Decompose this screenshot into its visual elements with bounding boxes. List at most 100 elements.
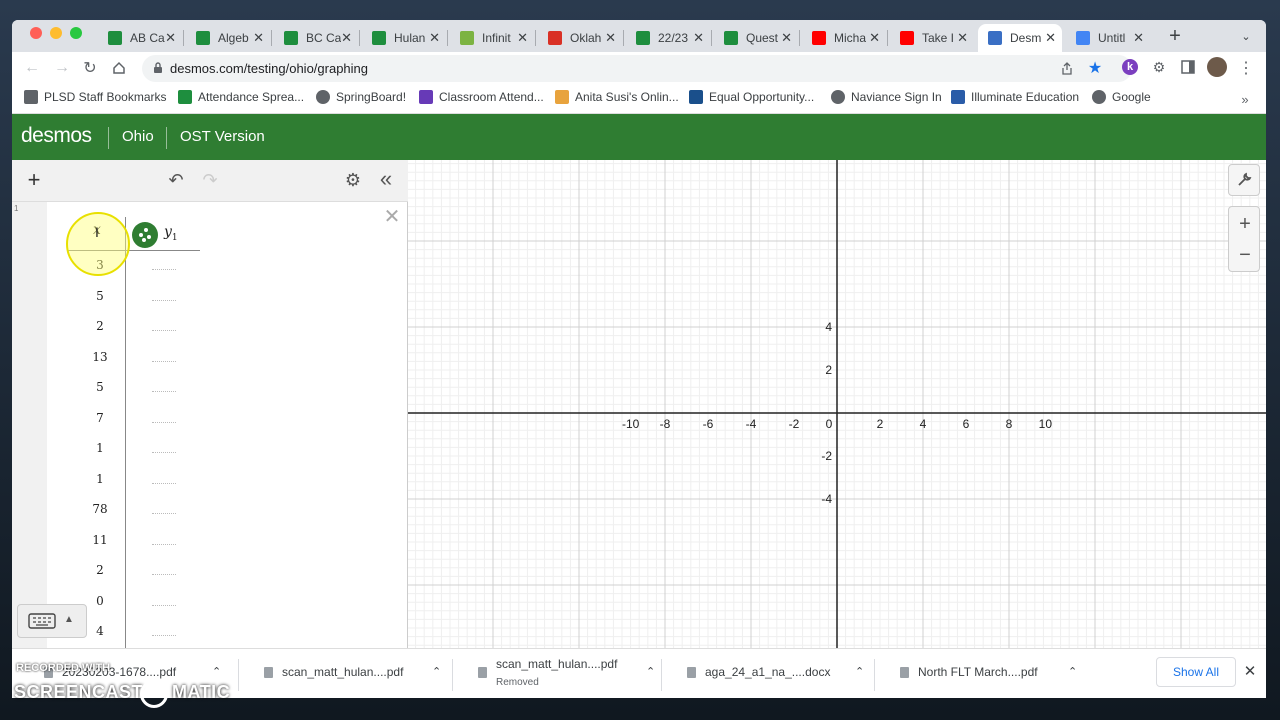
kebab-menu-icon[interactable]: ⋮	[1238, 58, 1254, 78]
browser-tab[interactable]: Oklah ✕	[538, 24, 622, 52]
download-item-name[interactable]: North FLT March....pdf	[918, 665, 1038, 679]
extensions-puzzle-icon[interactable]: ⚙	[1150, 58, 1168, 76]
bookmark-item[interactable]: Naviance Sign In	[831, 90, 942, 104]
close-window-button[interactable]	[30, 27, 42, 39]
download-options-chevron-icon[interactable]: ⌃	[855, 665, 864, 678]
forward-arrow-icon[interactable]: →	[52, 58, 72, 78]
show-all-button[interactable]: Show All	[1156, 657, 1236, 687]
more-bookmarks-chevron-icon[interactable]: »	[1238, 91, 1252, 107]
download-item-name[interactable]: aga_24_a1_na_....docx	[705, 665, 830, 679]
collapse-panel-icon[interactable]: «	[376, 166, 396, 191]
close-tab-icon[interactable]: ✕	[605, 30, 616, 46]
close-tab-icon[interactable]: ✕	[165, 30, 176, 46]
close-tab-icon[interactable]: ✕	[781, 30, 792, 46]
browser-tab[interactable]: Micha ✕	[802, 24, 886, 52]
url-text[interactable]: desmos.com/testing/ohio/graphing	[170, 61, 368, 76]
table-y-cell[interactable]	[152, 604, 176, 606]
bookmark-star-icon[interactable]: ★	[1086, 59, 1104, 77]
download-options-chevron-icon[interactable]: ⌃	[432, 665, 441, 678]
bookmark-item[interactable]: Google	[1092, 90, 1151, 104]
bookmark-item[interactable]: Classroom Attend...	[419, 90, 544, 104]
bookmark-item[interactable]: Illuminate Education	[951, 90, 1079, 104]
redo-icon[interactable]: ↷	[200, 170, 220, 190]
address-bar[interactable]: desmos.com/testing/ohio/graphing ★	[142, 55, 1132, 82]
close-tab-icon[interactable]: ✕	[341, 30, 352, 46]
bookmark-item[interactable]: Anita Susi's Onlin...	[555, 90, 679, 104]
browser-tab[interactable]: Untitl ✕	[1066, 24, 1150, 52]
table-y-cell[interactable]	[152, 391, 176, 392]
add-item-plus-icon[interactable]: +	[24, 167, 44, 192]
table-y-cell[interactable]	[152, 635, 176, 636]
table-x-cell[interactable]: 1	[75, 441, 125, 455]
reload-icon[interactable]: ↻	[80, 58, 100, 78]
sidebar-icon[interactable]	[1180, 59, 1196, 75]
bookmark-item[interactable]: Equal Opportunity...	[689, 90, 814, 104]
table-x-cell[interactable]: 5	[75, 289, 125, 303]
browser-tab[interactable]: Infinit ✕	[450, 24, 534, 52]
close-tab-icon[interactable]: ✕	[1045, 30, 1056, 46]
table-y-cell[interactable]	[152, 421, 176, 423]
back-arrow-icon[interactable]: ←	[22, 58, 42, 78]
browser-tab[interactable]: Desm ✕	[978, 24, 1062, 52]
bookmark-item[interactable]: Attendance Sprea...	[178, 90, 304, 104]
table-y-cell[interactable]	[152, 360, 176, 362]
close-downloads-icon[interactable]: ✕	[1242, 663, 1258, 680]
table-x-cell[interactable]: 13	[75, 350, 125, 364]
settings-gear-icon[interactable]: ⚙	[343, 170, 363, 190]
y-column-header[interactable]: y1	[164, 224, 178, 243]
close-tab-icon[interactable]: ✕	[253, 30, 264, 46]
bookmark-item[interactable]: SpringBoard!	[316, 90, 406, 104]
desmos-logo[interactable]: desmos	[21, 124, 92, 148]
home-icon[interactable]	[109, 58, 129, 78]
close-tab-icon[interactable]: ✕	[693, 30, 704, 46]
table-y-cell[interactable]	[152, 513, 176, 514]
share-icon[interactable]	[1058, 60, 1076, 78]
browser-tab[interactable]: 22/23 ✕	[626, 24, 710, 52]
zoom-in-icon[interactable]: +	[1229, 209, 1261, 239]
close-tab-icon[interactable]: ✕	[429, 30, 440, 46]
close-tab-icon[interactable]: ✕	[517, 30, 528, 46]
table-x-cell[interactable]: 78	[75, 502, 125, 516]
download-options-chevron-icon[interactable]: ⌃	[646, 665, 655, 678]
download-options-chevron-icon[interactable]: ⌃	[212, 665, 221, 678]
browser-tab[interactable]: Quest ✕	[714, 24, 798, 52]
table-y-cell[interactable]	[152, 330, 176, 331]
close-tab-icon[interactable]: ✕	[1133, 30, 1144, 46]
lock-icon[interactable]	[151, 61, 165, 75]
table-y-cell[interactable]	[152, 269, 176, 270]
zoom-out-icon[interactable]: −	[1229, 240, 1261, 270]
browser-tab[interactable]: AB Ca ✕	[98, 24, 182, 52]
maximize-window-button[interactable]	[70, 27, 82, 39]
delete-expression-icon[interactable]: ✕	[384, 206, 401, 228]
tab-search-chevron-icon[interactable]: ⌄	[1238, 28, 1254, 44]
series-color-icon[interactable]	[132, 222, 158, 248]
table-x-cell[interactable]: 2	[75, 563, 125, 577]
download-item-name[interactable]: scan_matt_hulan....pdf	[282, 665, 403, 679]
table-x-cell[interactable]: 1	[75, 472, 125, 486]
undo-icon[interactable]: ↶	[166, 170, 186, 190]
extension-k-icon[interactable]: k	[1122, 59, 1138, 75]
browser-tab[interactable]: BC Ca ✕	[274, 24, 358, 52]
table-y-cell[interactable]	[152, 452, 176, 453]
minimize-window-button[interactable]	[50, 27, 62, 39]
close-tab-icon[interactable]: ✕	[957, 30, 968, 46]
table-x-cell[interactable]: 7	[75, 411, 125, 425]
table-x-cell[interactable]: 11	[75, 533, 125, 547]
keypad-toggle-button[interactable]: ▲	[17, 604, 87, 638]
profile-avatar[interactable]	[1207, 57, 1227, 77]
bookmark-item[interactable]: PLSD Staff Bookmarks	[24, 90, 167, 104]
close-tab-icon[interactable]: ✕	[869, 30, 880, 46]
table-x-cell[interactable]: 5	[75, 380, 125, 394]
browser-tab[interactable]: Hulan ✕	[362, 24, 446, 52]
graph-paper[interactable]: -10 -8 -6 -4 -2 0 2 4 6 8 10 4 2 -2 -4 + −	[408, 160, 1266, 660]
table-y-cell[interactable]	[152, 543, 176, 545]
browser-tab[interactable]: Algeb ✕	[186, 24, 270, 52]
table-y-cell[interactable]	[152, 482, 176, 484]
download-item-name[interactable]: scan_matt_hulan....pdf	[496, 657, 617, 671]
new-tab-button[interactable]: +	[1165, 25, 1185, 47]
table-x-cell[interactable]: 2	[75, 319, 125, 333]
download-options-chevron-icon[interactable]: ⌃	[1068, 665, 1077, 678]
table-y-cell[interactable]	[152, 574, 176, 575]
graph-settings-wrench-icon[interactable]	[1228, 164, 1260, 196]
browser-tab[interactable]: Take I ✕	[890, 24, 974, 52]
